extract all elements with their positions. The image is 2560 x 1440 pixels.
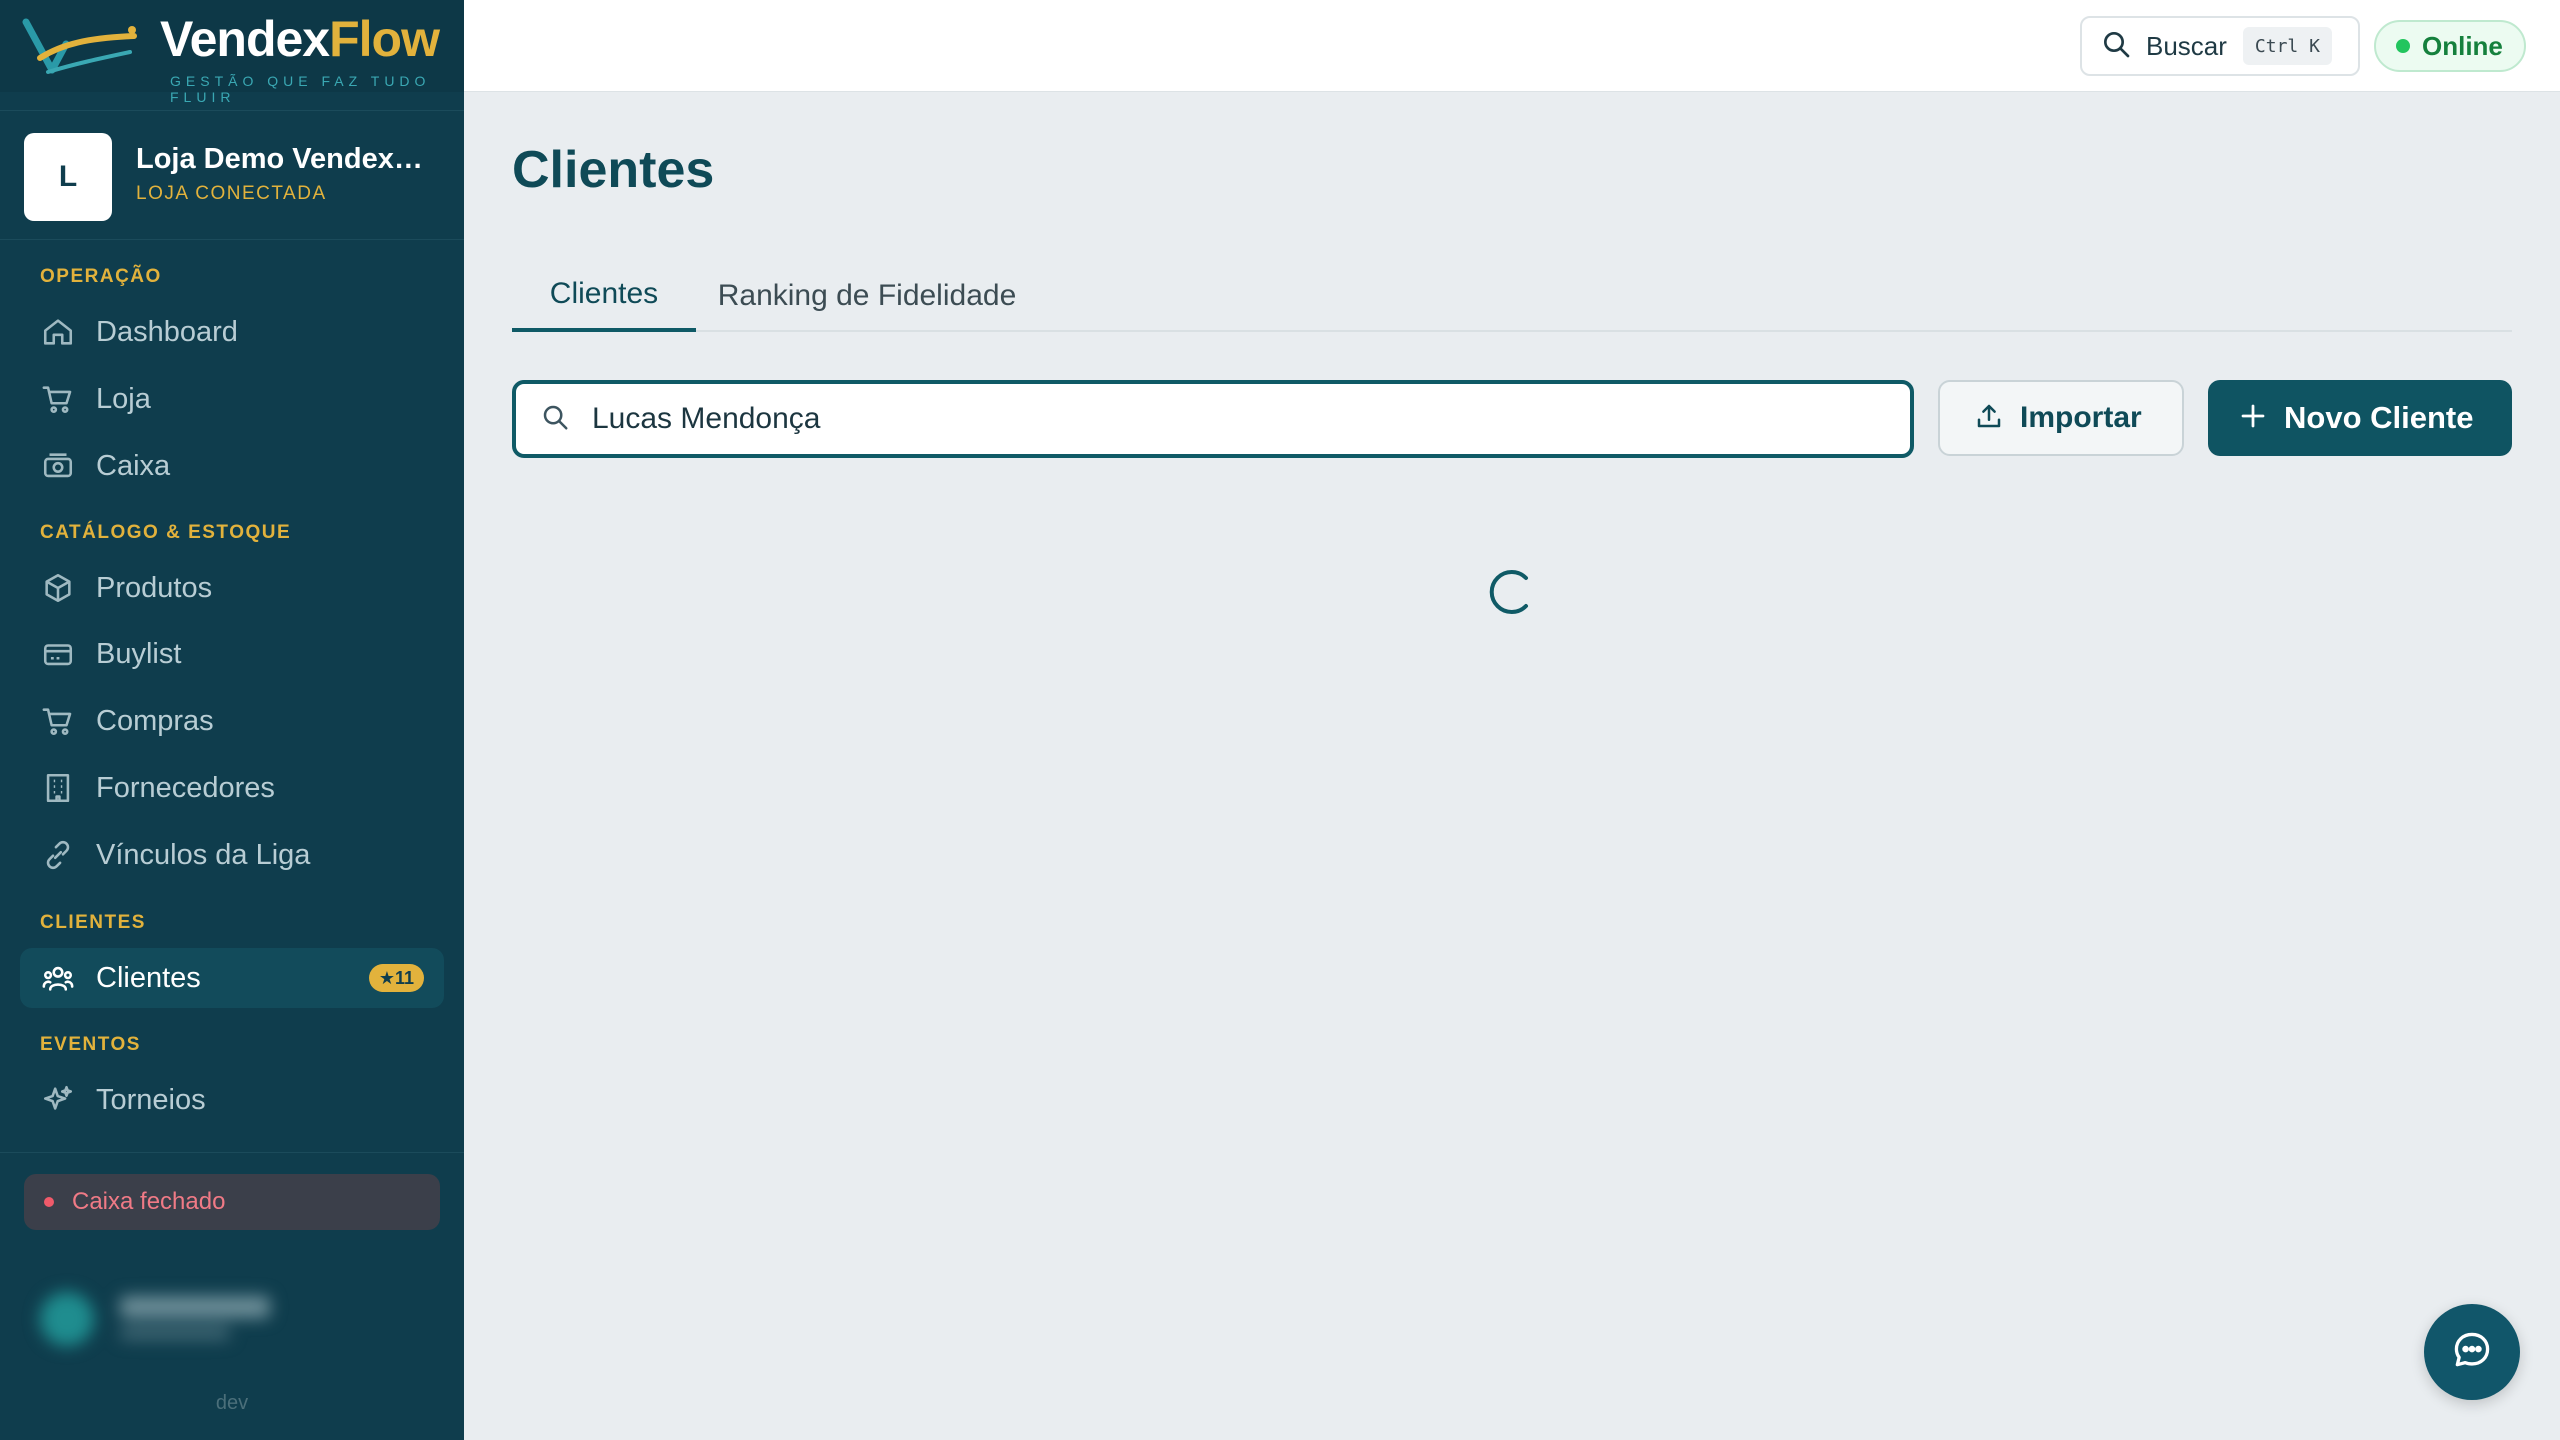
sidebar-item-torneios[interactable]: Torneios — [20, 1070, 444, 1130]
tab-bar: Clientes Ranking de Fidelidade — [512, 260, 2512, 332]
sidebar-item-label: Vínculos da Liga — [96, 838, 311, 871]
new-client-button-label: Novo Cliente — [2284, 400, 2474, 435]
sidebar: VendexFlow GESTÃO QUE FAZ TUDO FLUIR L L… — [0, 0, 464, 1440]
sidebar-item-buylist[interactable]: Buylist — [20, 624, 444, 684]
cash-status[interactable]: Caixa fechado — [24, 1174, 440, 1230]
sparkles-icon — [40, 1082, 76, 1118]
section-clientes: CLIENTES — [40, 912, 146, 933]
store-status: LOJA CONECTADA — [136, 183, 327, 204]
user-name-redacted — [120, 1296, 270, 1318]
loading-spinner-icon — [1489, 570, 1528, 614]
import-button[interactable]: Importar — [1938, 380, 2184, 456]
connection-status-label: Online — [2422, 30, 2503, 61]
upload-icon — [1974, 401, 2004, 436]
top-bar: Buscar Ctrl K Online — [464, 0, 2560, 92]
box-icon — [40, 570, 76, 606]
chat-support-button[interactable] — [2424, 1304, 2520, 1400]
cash-status-label: Caixa fechado — [72, 1188, 226, 1215]
status-dot — [2396, 39, 2410, 53]
sidebar-item-label: Loja — [96, 382, 151, 415]
loyalty-badge: ★11 — [368, 964, 424, 992]
user-role-redacted — [120, 1326, 230, 1340]
import-button-label: Importar — [2020, 401, 2142, 434]
sidebar-item-produtos[interactable]: Produtos — [20, 558, 444, 618]
cash-register-icon — [40, 448, 76, 484]
building-icon — [40, 770, 76, 806]
tab-clientes[interactable]: Clientes — [512, 260, 696, 332]
sidebar-item-caixa[interactable]: Caixa — [20, 436, 444, 496]
client-search-input[interactable] — [592, 402, 1792, 436]
sidebar-item-label: Clientes — [96, 961, 201, 994]
avatar — [40, 1292, 94, 1346]
page-title: Clientes — [512, 141, 715, 199]
sidebar-item-label: Compras — [96, 704, 214, 737]
sidebar-item-clientes[interactable]: Clientes ★11 — [20, 948, 444, 1008]
brand-tagline: GESTÃO QUE FAZ TUDO FLUIR — [170, 73, 431, 105]
sidebar-item-loja[interactable]: Loja — [20, 369, 444, 429]
cash-status-dot — [44, 1197, 54, 1207]
sidebar-item-label: Fornecedores — [96, 771, 275, 804]
new-client-button[interactable]: Novo Cliente — [2208, 380, 2512, 456]
client-search-field[interactable] — [512, 380, 1914, 458]
section-eventos: EVENTOS — [40, 1034, 141, 1055]
store-name: Loja Demo VendexFlow — [136, 143, 436, 175]
sidebar-divider — [0, 1152, 464, 1153]
tab-ranking-fidelidade[interactable]: Ranking de Fidelidade — [712, 260, 1022, 332]
card-icon — [40, 636, 76, 672]
sidebar-item-label: Torneios — [96, 1083, 206, 1116]
global-search-label: Buscar — [2146, 30, 2227, 61]
connection-status-badge: Online — [2374, 20, 2526, 72]
user-profile-blurred[interactable] — [30, 1282, 430, 1358]
section-catalogo: CATÁLOGO & ESTOQUE — [40, 522, 292, 543]
chat-bubble-icon — [2450, 1328, 2494, 1377]
section-operacao: OPERAÇÃO — [40, 266, 162, 287]
sidebar-item-label: Produtos — [96, 571, 213, 604]
link-icon — [40, 837, 76, 873]
vendexflow-logo-icon — [22, 18, 137, 74]
sidebar-item-dashboard[interactable]: Dashboard — [20, 302, 444, 362]
cart-icon — [40, 381, 76, 417]
brand-header: VendexFlow GESTÃO QUE FAZ TUDO FLUIR — [0, 0, 464, 105]
sidebar-item-fornecedores[interactable]: Fornecedores — [20, 758, 444, 818]
environment-label: dev — [215, 1392, 249, 1414]
store-switcher[interactable]: L Loja Demo VendexFlow LOJA CONECTADA — [0, 110, 464, 240]
plus-icon — [2238, 401, 2268, 436]
search-icon — [540, 402, 570, 437]
sidebar-item-vinculos[interactable]: Vínculos da Liga — [20, 825, 444, 885]
sidebar-item-label: Caixa — [96, 449, 171, 482]
users-icon — [40, 960, 76, 996]
global-search-button[interactable]: Buscar Ctrl K — [2080, 16, 2360, 76]
sidebar-item-label: Dashboard — [96, 315, 238, 348]
store-avatar: L — [24, 133, 112, 221]
home-icon — [40, 314, 76, 350]
sidebar-item-label: Buylist — [96, 637, 182, 670]
search-icon — [2100, 28, 2132, 65]
cart-icon — [40, 703, 76, 739]
sidebar-item-compras[interactable]: Compras — [20, 691, 444, 751]
brand-name: VendexFlow — [160, 11, 440, 67]
keyboard-shortcut: Ctrl K — [2242, 27, 2332, 65]
